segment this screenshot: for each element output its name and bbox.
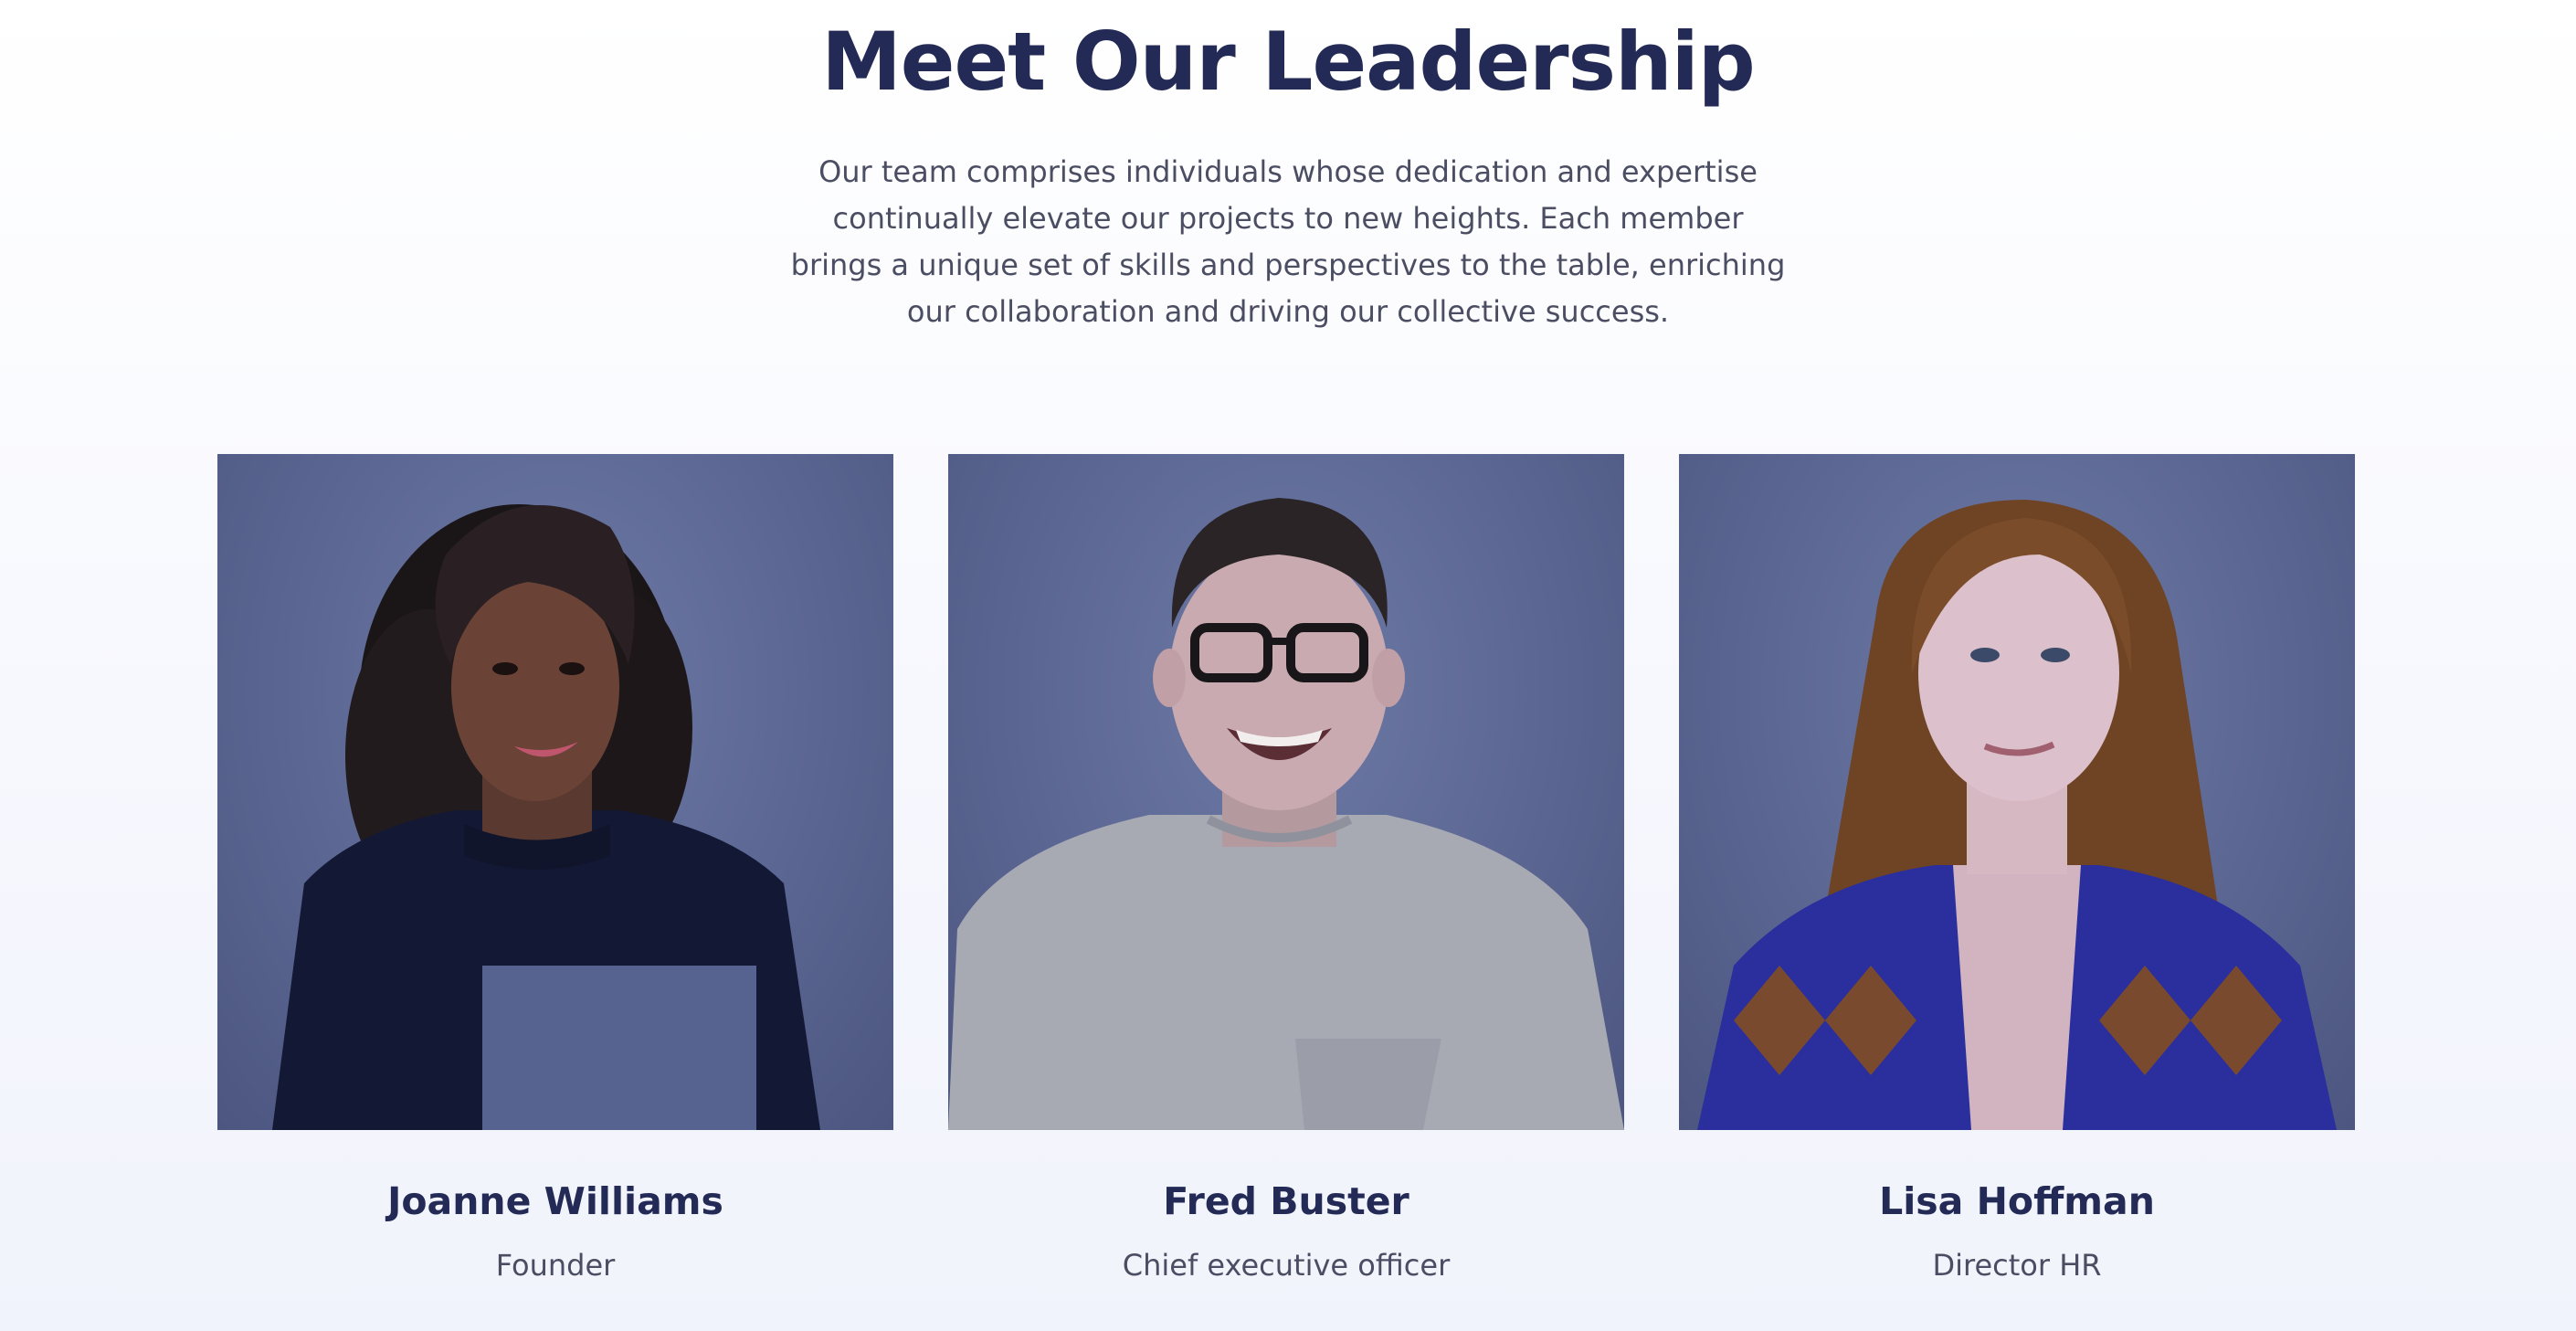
team-member-name: Joanne Williams xyxy=(387,1179,723,1223)
portrait-illustration xyxy=(272,504,820,1130)
team-member-role: Founder xyxy=(495,1248,616,1283)
team-member-name: Fred Buster xyxy=(1163,1179,1409,1223)
leadership-section: Meet Our Leadership Our team comprises i… xyxy=(0,0,2576,1331)
section-title: Meet Our Leadership xyxy=(821,15,1756,109)
team-member-role: Director HR xyxy=(1932,1248,2102,1283)
team-member-role: Chief executive officer xyxy=(1122,1248,1451,1283)
team-card: Fred Buster Chief executive officer xyxy=(948,454,1624,1283)
team-member-photo xyxy=(217,454,893,1130)
team-card: Lisa Hoffman Director HR xyxy=(1679,454,2355,1283)
section-intro: Our team comprises individuals whose ded… xyxy=(790,154,1786,329)
portrait-illustration xyxy=(1697,500,2337,1130)
team-member-photo xyxy=(948,454,1624,1130)
team-member-photo xyxy=(1679,454,2355,1130)
team-member-name: Lisa Hoffman xyxy=(1879,1179,2155,1223)
portrait-illustration xyxy=(948,498,1624,1130)
team-card: Joanne Williams Founder xyxy=(217,454,893,1283)
